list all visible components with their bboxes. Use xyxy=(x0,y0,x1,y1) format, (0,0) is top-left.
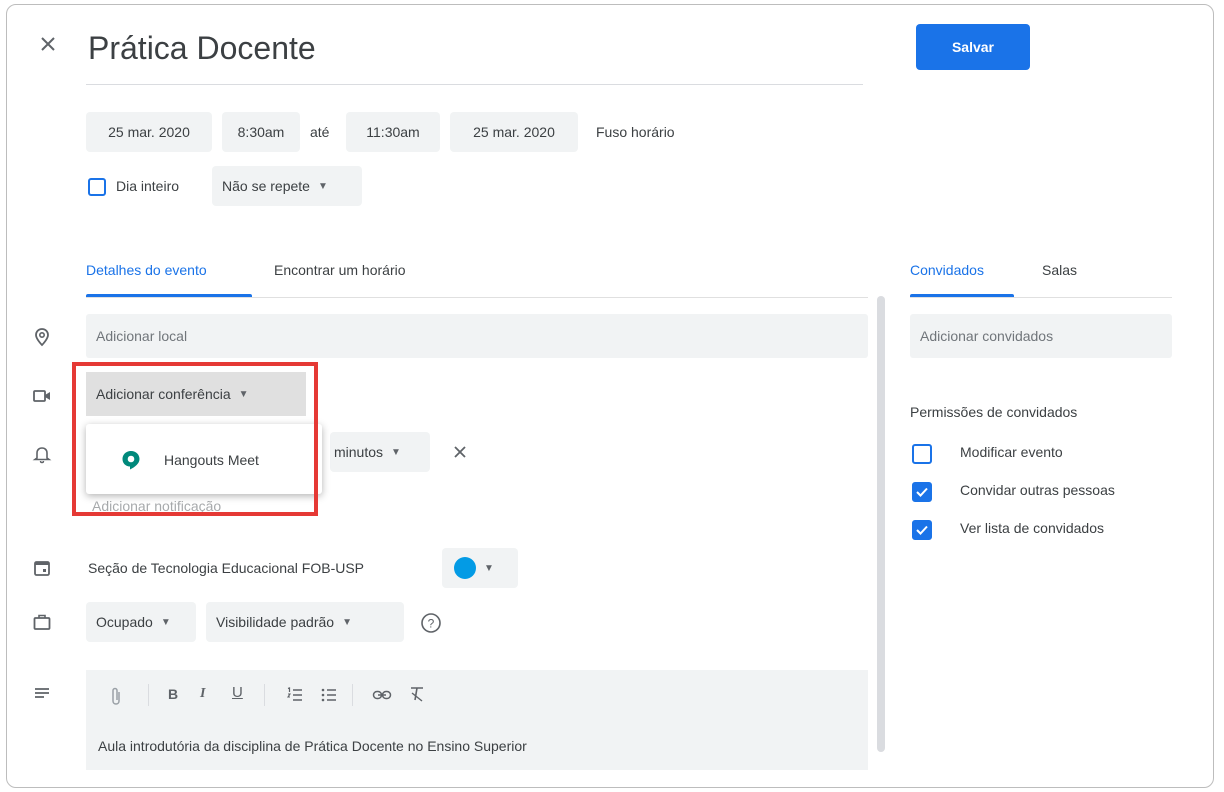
modify-event-checkbox[interactable] xyxy=(912,444,932,464)
start-date-button[interactable]: 25 mar. 2020 xyxy=(86,112,212,152)
visibility-label: Visibilidade padrão xyxy=(216,614,335,630)
checkmark-icon xyxy=(916,487,928,497)
visibility-dropdown[interactable]: Visibilidade padrão ▼ xyxy=(206,602,404,642)
bold-button[interactable]: B xyxy=(168,686,178,702)
until-label: até xyxy=(310,124,330,140)
invite-others-checkbox[interactable] xyxy=(912,482,932,502)
tab-find-time[interactable]: Encontrar um horário xyxy=(274,262,406,278)
scrollbar[interactable] xyxy=(877,296,885,752)
toolbar-divider xyxy=(264,684,265,706)
toolbar-divider xyxy=(352,684,353,706)
see-guest-list-checkbox[interactable] xyxy=(912,520,932,540)
busy-label: Ocupado xyxy=(96,614,153,630)
title-underline xyxy=(86,84,863,85)
italic-button[interactable]: I xyxy=(200,686,205,702)
link-icon[interactable] xyxy=(372,688,392,702)
attachment-icon[interactable] xyxy=(110,686,122,706)
end-date-button[interactable]: 25 mar. 2020 xyxy=(450,112,578,152)
briefcase-icon xyxy=(32,612,52,632)
description-lines-icon xyxy=(32,684,52,704)
svg-text:?: ? xyxy=(428,617,435,631)
numbered-list-icon[interactable] xyxy=(286,686,304,704)
event-title-input[interactable]: Prática Docente xyxy=(88,30,316,67)
guest-permissions-title: Permissões de convidados xyxy=(910,404,1078,420)
highlight-box xyxy=(72,362,318,516)
save-button[interactable]: Salvar xyxy=(916,24,1030,70)
underline-button[interactable]: U xyxy=(232,684,243,701)
calendar-color-dropdown[interactable]: ▼ xyxy=(442,548,518,588)
description-text: Aula introdutória da disciplina de Práti… xyxy=(98,738,527,754)
clear-formatting-icon[interactable] xyxy=(408,685,426,703)
see-guest-list-label: Ver lista de convidados xyxy=(960,520,1104,536)
dropdown-arrow-icon: ▼ xyxy=(160,616,171,628)
dropdown-arrow-icon: ▼ xyxy=(317,180,328,192)
calendar-color-swatch xyxy=(454,557,476,579)
toolbar-divider xyxy=(148,684,149,706)
remove-notification-icon[interactable] xyxy=(450,442,470,462)
dropdown-arrow-icon: ▼ xyxy=(342,616,352,628)
tab-guests[interactable]: Convidados xyxy=(910,262,984,278)
notification-unit-label: minutos xyxy=(334,444,384,460)
video-camera-icon xyxy=(32,386,52,406)
add-guests-input[interactable]: Adicionar convidados xyxy=(910,314,1172,358)
location-pin-icon xyxy=(32,327,52,347)
repeat-label: Não se repete xyxy=(222,178,310,194)
checkmark-icon xyxy=(916,525,928,535)
invite-others-label: Convidar outras pessoas xyxy=(960,482,1115,498)
modify-event-label: Modificar evento xyxy=(960,444,1063,460)
timezone-link[interactable]: Fuso horário xyxy=(596,112,675,152)
all-day-checkbox[interactable] xyxy=(88,178,106,196)
tab-event-details[interactable]: Detalhes do evento xyxy=(86,262,207,278)
all-day-label: Dia inteiro xyxy=(116,178,180,194)
location-input[interactable]: Adicionar local xyxy=(86,314,868,358)
description-box[interactable] xyxy=(86,670,868,770)
dropdown-arrow-icon: ▼ xyxy=(484,562,494,574)
tab-divider xyxy=(86,297,868,298)
notification-unit-dropdown[interactable]: minutos ▼ xyxy=(330,432,430,472)
help-icon[interactable]: ? xyxy=(420,612,442,634)
dropdown-arrow-icon: ▼ xyxy=(391,446,401,458)
busy-dropdown[interactable]: Ocupado ▼ xyxy=(86,602,196,642)
bell-icon xyxy=(32,444,52,464)
calendar-name: Seção de Tecnologia Educacional FOB-USP xyxy=(88,560,365,576)
guests-tab-divider xyxy=(910,297,1172,298)
calendar-icon xyxy=(32,558,52,578)
close-icon[interactable] xyxy=(36,32,60,56)
end-time-button[interactable]: 11:30am xyxy=(346,112,440,152)
start-time-button[interactable]: 8:30am xyxy=(222,112,300,152)
repeat-dropdown[interactable]: Não se repete ▼ xyxy=(212,166,362,206)
tab-rooms[interactable]: Salas xyxy=(1042,262,1077,278)
bulleted-list-icon[interactable] xyxy=(320,686,338,704)
